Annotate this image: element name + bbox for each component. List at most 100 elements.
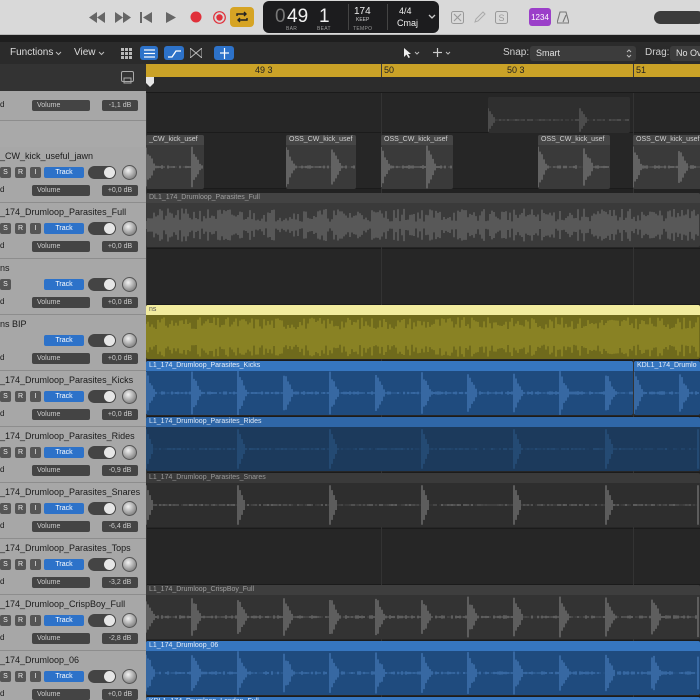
- track-on-toggle[interactable]: [88, 334, 116, 347]
- flex-button[interactable]: [188, 46, 204, 60]
- track-name[interactable]: ns: [0, 263, 10, 273]
- track-button[interactable]: Track: [44, 671, 84, 682]
- snap-select[interactable]: Smart: [530, 46, 636, 61]
- grid-view-button[interactable]: [118, 46, 134, 60]
- pan-knob[interactable]: [122, 389, 137, 404]
- automation-value[interactable]: +0,0 dB: [102, 185, 138, 196]
- cycle-button[interactable]: [230, 7, 254, 27]
- track-header[interactable]: _174_Drumloop_Parasites_Rides S R I Track d Vo…: [0, 427, 146, 483]
- track-on-toggle[interactable]: [88, 222, 116, 235]
- track-record-button[interactable]: R: [15, 223, 26, 234]
- pan-knob[interactable]: [122, 669, 137, 684]
- pan-knob[interactable]: [122, 221, 137, 236]
- audio-region[interactable]: ns: [146, 305, 700, 359]
- pan-knob[interactable]: [122, 165, 137, 180]
- track-lane[interactable]: [146, 249, 700, 305]
- track-solo-button[interactable]: S: [0, 279, 11, 290]
- track-button[interactable]: Track: [44, 167, 84, 178]
- track-header[interactable]: _174_Drumloop_Parasites_Tops S R I Track d Vol…: [0, 539, 146, 595]
- view-menu[interactable]: View: [74, 42, 96, 64]
- forward-button[interactable]: [114, 7, 132, 27]
- track-name[interactable]: _174_Drumloop_Parasites_Rides: [0, 431, 135, 441]
- audio-region[interactable]: [488, 97, 630, 133]
- audio-region[interactable]: L1_174_Drumloop_CrispBoy_Full: [146, 585, 700, 639]
- audio-region[interactable]: KDL1_174_Drumlo: [634, 361, 700, 415]
- automation-param[interactable]: Volume: [32, 353, 90, 364]
- track-record-button[interactable]: R: [15, 447, 26, 458]
- audio-region[interactable]: OSS_CW_kick_usef: [286, 135, 356, 189]
- automation-param[interactable]: Volume: [32, 689, 90, 700]
- list-view-button[interactable]: [140, 46, 158, 60]
- automation-value[interactable]: +0,0 dB: [102, 409, 138, 420]
- automation-param[interactable]: Volume: [32, 577, 90, 588]
- audio-region[interactable]: _CW_kick_usef: [146, 135, 204, 189]
- audio-region[interactable]: OSS_CW_kick_usef: [538, 135, 610, 189]
- track-on-toggle[interactable]: [88, 670, 116, 683]
- audio-region[interactable]: L1_174_Drumloop_Parasites_Kicks: [146, 361, 633, 415]
- track-button[interactable]: Track: [44, 559, 84, 570]
- automation-value[interactable]: +0,0 dB: [102, 297, 138, 308]
- track-name[interactable]: _174_Drumloop_06: [0, 655, 79, 665]
- functions-menu[interactable]: Functions: [10, 42, 53, 64]
- track-solo-button[interactable]: S: [0, 447, 11, 458]
- track-button[interactable]: Track: [44, 615, 84, 626]
- go-to-beginning-button[interactable]: [139, 7, 153, 27]
- automation-value[interactable]: +0,0 dB: [102, 353, 138, 364]
- automation-value[interactable]: -1,1 dB: [102, 100, 138, 111]
- tuner-button[interactable]: [450, 7, 464, 27]
- track-on-toggle[interactable]: [88, 502, 116, 515]
- track-name[interactable]: ns BIP: [0, 319, 27, 329]
- record-button[interactable]: [189, 7, 203, 27]
- track-name[interactable]: _174_Drumloop_Parasites_Snares: [0, 487, 140, 497]
- track-record-button[interactable]: R: [15, 671, 26, 682]
- track-header[interactable]: _174_Drumloop_06 S R I Track d Volume +0,0 dB: [0, 651, 146, 700]
- track-lane[interactable]: [146, 529, 700, 585]
- metronome-button[interactable]: [556, 7, 570, 27]
- automation-param[interactable]: Volume: [32, 241, 90, 252]
- track-input-button[interactable]: I: [30, 559, 41, 570]
- audio-region[interactable]: L1_174_Drumloop_Parasites_Rides: [146, 417, 700, 471]
- track-record-button[interactable]: R: [15, 503, 26, 514]
- track-solo-button[interactable]: S: [0, 223, 11, 234]
- pencil-button[interactable]: [472, 7, 486, 27]
- automation-param[interactable]: Volume: [32, 465, 90, 476]
- audio-region[interactable]: L1_174_Drumloop_06: [146, 641, 700, 695]
- audio-region[interactable]: DL1_174_Drumloop_Parasites_Full: [146, 193, 700, 247]
- track-input-button[interactable]: I: [30, 671, 41, 682]
- track-record-button[interactable]: R: [15, 559, 26, 570]
- audio-region[interactable]: L1_174_Drumloop_Parasites_Snares: [146, 473, 700, 527]
- track-name[interactable]: _CW_kick_useful_jawn: [0, 151, 93, 161]
- automation-value[interactable]: -6,4 dB: [102, 521, 138, 532]
- pointer-tool-menu[interactable]: [398, 46, 426, 60]
- track-record-button[interactable]: R: [15, 615, 26, 626]
- track-solo-button[interactable]: S: [0, 503, 11, 514]
- track-button[interactable]: Track: [44, 447, 84, 458]
- capture-recording-button[interactable]: [212, 7, 226, 27]
- track-header[interactable]: _174_Drumloop_CrispBoy_Full S R I Track d Volu…: [0, 595, 146, 651]
- automation-param[interactable]: Volume: [32, 185, 90, 196]
- drag-select[interactable]: No Ov: [670, 46, 700, 61]
- tracks-area[interactable]: _CW_kick_usef OSS_CW_kick_usef OSS_CW_kick…: [146, 93, 700, 700]
- track-input-button[interactable]: I: [30, 615, 41, 626]
- add-track-button[interactable]: [121, 71, 134, 84]
- track-header[interactable]: _174_Drumloop_Parasites_Full S R I Track d Vol…: [0, 203, 146, 259]
- track-solo-button[interactable]: S: [0, 167, 11, 178]
- track-solo-button[interactable]: S: [0, 671, 11, 682]
- track-button[interactable]: Track: [44, 279, 84, 290]
- track-solo-button[interactable]: S: [0, 391, 11, 402]
- playhead-icon[interactable]: [146, 77, 154, 87]
- volume-slider[interactable]: [654, 11, 700, 24]
- track-input-button[interactable]: I: [30, 167, 41, 178]
- automation-value[interactable]: +0,0 dB: [102, 241, 138, 252]
- track-on-toggle[interactable]: [88, 166, 116, 179]
- catch-playhead-button[interactable]: [214, 46, 234, 60]
- track-name[interactable]: _174_Drumloop_Parasites_Kicks: [0, 375, 133, 385]
- automation-param[interactable]: Volume: [32, 633, 90, 644]
- automation-value[interactable]: -3,2 dB: [102, 577, 138, 588]
- track-record-button[interactable]: R: [15, 391, 26, 402]
- track-name[interactable]: _174_Drumloop_CrispBoy_Full: [0, 599, 125, 609]
- audio-region[interactable]: OSS_CW_kick_usef: [381, 135, 453, 189]
- secondary-tool-menu[interactable]: [430, 46, 456, 60]
- automation-param[interactable]: Volume: [32, 100, 90, 111]
- track-name[interactable]: _174_Drumloop_Parasites_Full: [0, 207, 126, 217]
